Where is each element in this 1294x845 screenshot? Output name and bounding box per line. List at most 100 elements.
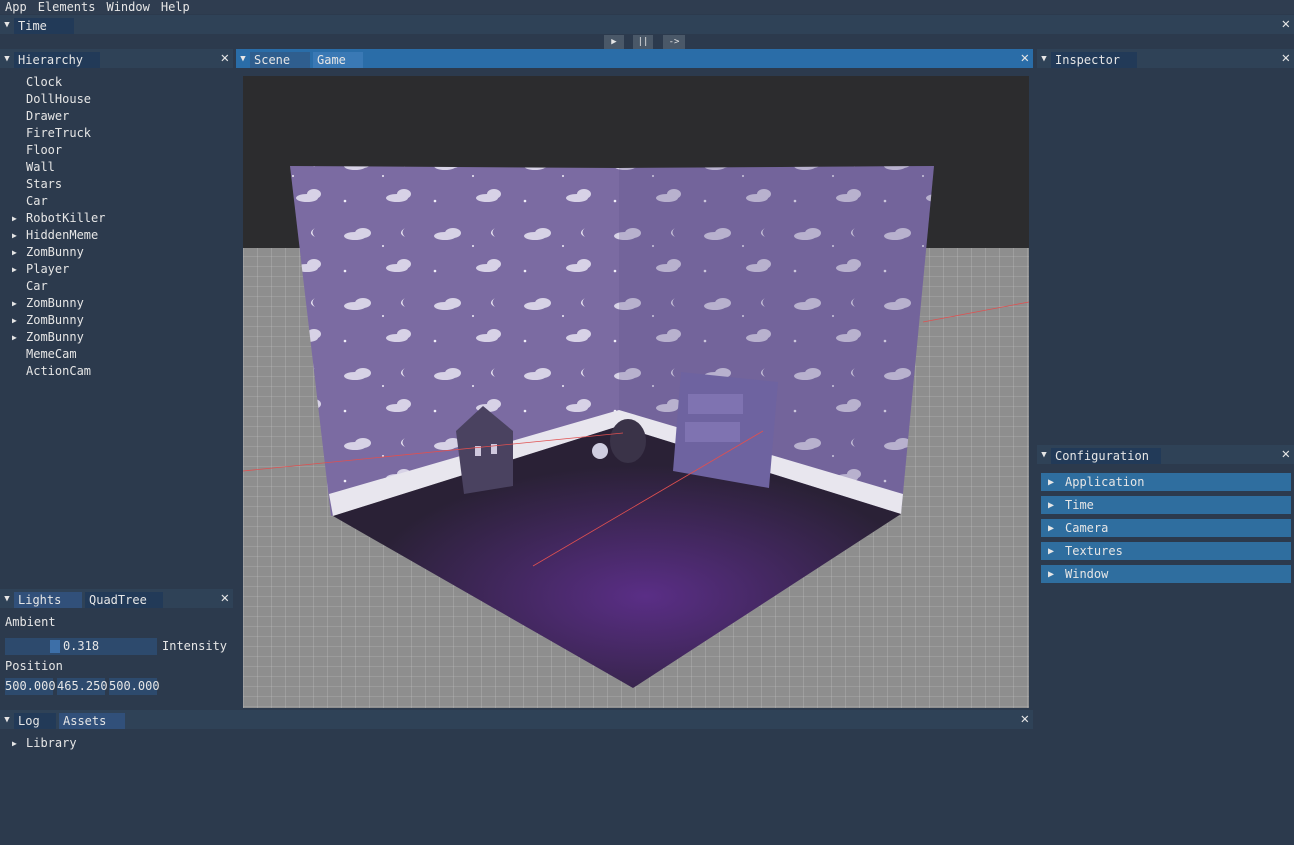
hierarchy-item-label: FireTruck xyxy=(26,126,92,140)
log-item-library[interactable]: ▶ Library xyxy=(0,735,1033,752)
config-section-camera[interactable]: ▶ Camera xyxy=(1041,519,1291,537)
hierarchy-item[interactable]: MemeCam xyxy=(0,346,233,363)
expand-arrow-icon[interactable]: ▶ xyxy=(12,295,17,312)
hierarchy-item-label: ActionCam xyxy=(26,364,92,378)
hierarchy-item[interactable]: ▶ ZomBunny xyxy=(0,244,233,261)
hierarchy-item-label: ZomBunny xyxy=(26,313,84,327)
expand-arrow-icon[interactable]: ▶ xyxy=(12,227,17,244)
scene-titlebar: ▼ Scene Game ✕ xyxy=(236,49,1033,68)
hierarchy-item[interactable]: Car xyxy=(0,193,233,210)
tab-hierarchy[interactable]: Hierarchy xyxy=(14,52,100,68)
collapse-arrow-icon[interactable]: ▼ xyxy=(236,49,250,68)
inspector-panel xyxy=(1037,68,1294,445)
play-button[interactable]: ▶ xyxy=(604,35,624,49)
pause-button[interactable]: || xyxy=(633,35,653,49)
close-icon[interactable]: ✕ xyxy=(1021,711,1029,727)
tab-configuration[interactable]: Configuration xyxy=(1051,448,1161,464)
hierarchy-item-label: Stars xyxy=(26,177,63,191)
hierarchy-titlebar: ▼ Hierarchy ✕ xyxy=(0,49,233,68)
expand-arrow-icon[interactable]: ▶ xyxy=(12,312,17,329)
close-icon[interactable]: ✕ xyxy=(1021,50,1029,66)
hierarchy-item[interactable]: FireTruck xyxy=(0,125,233,142)
hierarchy-item-label: HiddenMeme xyxy=(26,228,99,242)
hierarchy-item[interactable]: Floor xyxy=(0,142,233,159)
expand-arrow-icon: ▶ xyxy=(1047,499,1055,511)
close-icon[interactable]: ✕ xyxy=(1282,16,1290,32)
hierarchy-item[interactable]: Car xyxy=(0,278,233,295)
menu-app[interactable]: App xyxy=(0,0,31,14)
config-section-textures[interactable]: ▶ Textures xyxy=(1041,542,1291,560)
expand-arrow-icon[interactable]: ▶ xyxy=(12,210,17,227)
intensity-label: Intensity xyxy=(162,639,228,653)
intensity-slider[interactable]: 0.318 xyxy=(5,638,157,655)
expand-arrow-icon: ▶ xyxy=(1047,568,1055,580)
expand-arrow-icon: ▶ xyxy=(12,739,17,748)
hierarchy-item[interactable]: ▶ ZomBunny xyxy=(0,312,233,329)
expand-arrow-icon[interactable]: ▶ xyxy=(12,329,17,346)
hierarchy-item[interactable]: ▶ ZomBunny xyxy=(0,329,233,346)
main-menu-bar: App Elements Window Help xyxy=(0,0,1294,14)
collapse-arrow-icon[interactable]: ▼ xyxy=(0,710,14,729)
tab-assets[interactable]: Assets xyxy=(59,713,125,729)
collapse-arrow-icon[interactable]: ▼ xyxy=(0,49,14,68)
hierarchy-panel: Clock DollHouse Drawer FireTruck Floor Wall St… xyxy=(0,68,233,589)
hierarchy-item[interactable]: ▶ HiddenMeme xyxy=(0,227,233,244)
hierarchy-item-label: RobotKiller xyxy=(26,211,106,225)
expand-arrow-icon: ▶ xyxy=(1047,522,1055,534)
expand-arrow-icon[interactable]: ▶ xyxy=(12,261,17,278)
hierarchy-item-label: Car xyxy=(26,194,48,208)
hierarchy-item[interactable]: DollHouse xyxy=(0,91,233,108)
tab-log[interactable]: Log xyxy=(14,713,56,729)
hierarchy-item[interactable]: ▶ ZomBunny xyxy=(0,295,233,312)
position-x-field[interactable]: 500.000 xyxy=(5,678,56,695)
hierarchy-item-label: Player xyxy=(26,262,70,276)
collapse-arrow-icon[interactable]: ▼ xyxy=(0,589,14,608)
tab-lights[interactable]: Lights xyxy=(14,592,82,608)
lights-titlebar: ▼ Lights QuadTree ✕ xyxy=(0,589,233,608)
collapse-arrow-icon[interactable]: ▼ xyxy=(0,15,14,34)
hierarchy-item-label: ZomBunny xyxy=(26,330,84,344)
hierarchy-item[interactable]: Clock xyxy=(0,74,233,91)
expand-arrow-icon: ▶ xyxy=(1047,545,1055,557)
close-icon[interactable]: ✕ xyxy=(221,590,229,606)
configuration-titlebar: ▼ Configuration ✕ xyxy=(1037,445,1294,464)
close-icon[interactable]: ✕ xyxy=(1282,446,1290,462)
close-icon[interactable]: ✕ xyxy=(1282,50,1290,66)
collapse-arrow-icon[interactable]: ▼ xyxy=(1037,445,1051,464)
tab-quadtree[interactable]: QuadTree xyxy=(85,592,163,608)
hierarchy-list: Clock DollHouse Drawer FireTruck Floor Wall St… xyxy=(0,68,233,380)
hierarchy-item[interactable]: ActionCam xyxy=(0,363,233,380)
tab-scene[interactable]: Scene xyxy=(250,52,310,68)
hierarchy-item[interactable]: ▶ Player xyxy=(0,261,233,278)
hierarchy-item[interactable]: Stars xyxy=(0,176,233,193)
menu-window[interactable]: Window xyxy=(101,0,153,14)
tab-game[interactable]: Game xyxy=(313,52,363,68)
intensity-value: 0.318 xyxy=(62,639,100,653)
scene-render xyxy=(243,76,1029,708)
hierarchy-item-label: Car xyxy=(26,279,48,293)
position-y-field[interactable]: 465.250 xyxy=(57,678,108,695)
expand-arrow-icon: ▶ xyxy=(1047,476,1055,488)
menu-help[interactable]: Help xyxy=(156,0,194,14)
position-z-field[interactable]: 500.000 xyxy=(109,678,160,695)
log-titlebar: ▼ Log Assets ✕ xyxy=(0,710,1033,729)
ambient-label: Ambient xyxy=(5,615,56,629)
collapse-arrow-icon[interactable]: ▼ xyxy=(1037,49,1051,68)
expand-arrow-icon[interactable]: ▶ xyxy=(12,244,17,261)
tab-time[interactable]: Time xyxy=(14,18,74,34)
hierarchy-item[interactable]: ▶ RobotKiller xyxy=(0,210,233,227)
config-section-window[interactable]: ▶ Window xyxy=(1041,565,1291,583)
hierarchy-item[interactable]: Drawer xyxy=(0,108,233,125)
hierarchy-item-label: Floor xyxy=(26,143,63,157)
hierarchy-item[interactable]: Wall xyxy=(0,159,233,176)
time-panel-body: ▶ || -> xyxy=(0,34,1294,49)
tab-inspector[interactable]: Inspector xyxy=(1051,52,1137,68)
menu-elements[interactable]: Elements xyxy=(33,0,100,14)
config-section-application[interactable]: ▶ Application xyxy=(1041,473,1291,491)
scene-viewport[interactable] xyxy=(243,76,1029,708)
step-button[interactable]: -> xyxy=(663,35,685,49)
lights-panel: Ambient 0.318 Intensity Position 500.000… xyxy=(0,608,233,710)
close-icon[interactable]: ✕ xyxy=(221,50,229,66)
config-section-time[interactable]: ▶ Time xyxy=(1041,496,1291,514)
inspector-titlebar: ▼ Inspector ✕ xyxy=(1037,49,1294,68)
